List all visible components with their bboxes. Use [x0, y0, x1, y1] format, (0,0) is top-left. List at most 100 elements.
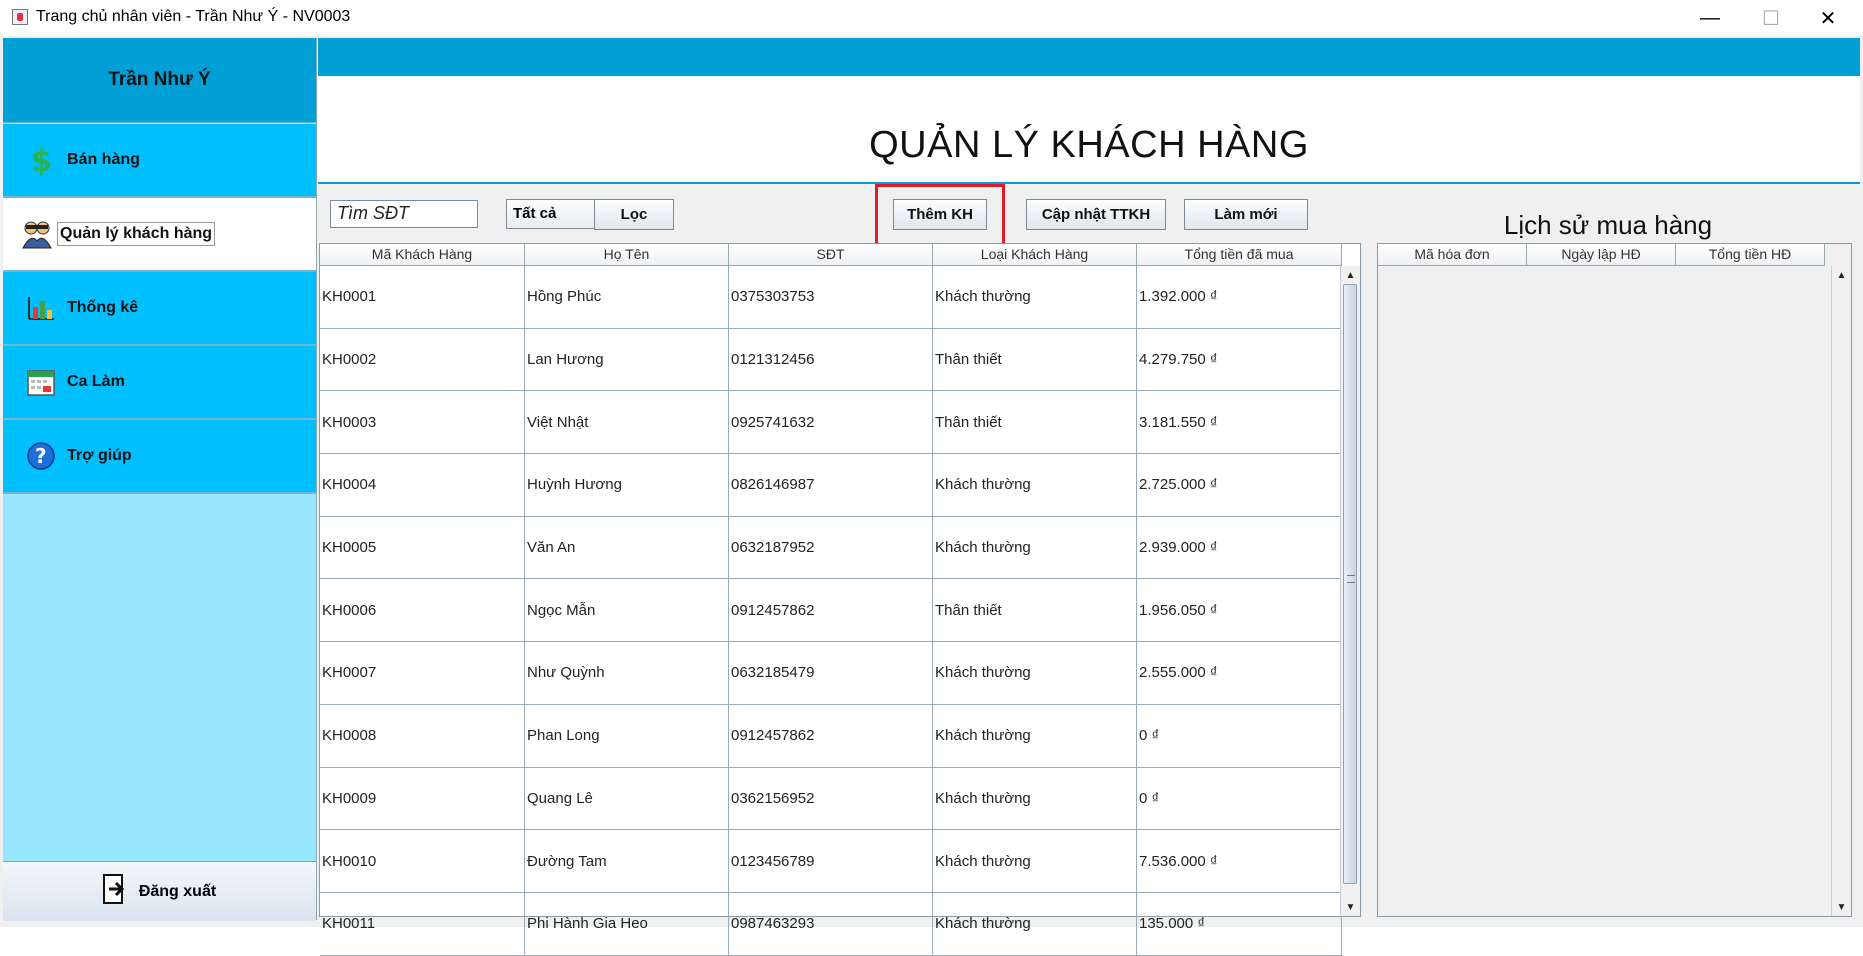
table-cell[interactable]: KH0006 [320, 579, 525, 643]
sidebar-item-ca-lam[interactable]: Ca Làm [3, 346, 316, 420]
table-cell[interactable]: 1.956.050 ₫ [1137, 579, 1342, 643]
close-button[interactable]: ✕ [1800, 0, 1856, 36]
table-cell[interactable]: KH0004 [320, 454, 525, 517]
table-cell[interactable]: 2.939.000 ₫ [1137, 516, 1342, 580]
table-cell[interactable]: Khách thường [933, 704, 1137, 768]
table-cell[interactable]: KH0011 [320, 892, 525, 956]
table-cell[interactable]: Thân thiết [933, 328, 1137, 392]
table-cell[interactable]: Khách thường [933, 642, 1137, 705]
table-cell[interactable]: Phi Hành Gia Heo [525, 892, 729, 956]
scroll-up-icon[interactable]: ▲ [1341, 266, 1360, 284]
table-row[interactable]: KH0010 Đường Tam 0123456789 Khách thường 7.5… [320, 830, 1342, 893]
table-cell[interactable]: Văn An [525, 516, 729, 580]
table-cell[interactable]: KH0009 [320, 767, 525, 831]
table-cell[interactable]: Thân thiết [933, 579, 1137, 643]
table-cell[interactable]: Khách thường [933, 767, 1137, 831]
table-row[interactable]: KH0011 Phi Hành Gia Heo 0987463293 Khách th… [320, 892, 1342, 956]
maximize-button[interactable]: ☐ [1743, 0, 1799, 36]
table-cell[interactable]: 0 ₫ [1137, 767, 1342, 831]
column-header[interactable]: Họ Tên [525, 244, 729, 266]
calendar-icon [25, 366, 57, 398]
table-cell[interactable]: KH0010 [320, 830, 525, 893]
table-cell[interactable]: Khách thường [933, 454, 1137, 517]
scroll-down-icon[interactable]: ▼ [1341, 898, 1360, 916]
scroll-thumb[interactable] [1343, 284, 1357, 884]
minimize-button[interactable]: — [1682, 0, 1738, 36]
table-row[interactable]: KH0007 Như Quỳnh 0632185479 Khách thường 2.5… [320, 642, 1342, 705]
table-cell[interactable]: Thân thiết [933, 391, 1137, 455]
table-cell[interactable]: 0632185479 [729, 642, 933, 705]
customers-icon [21, 218, 53, 250]
update-customer-button[interactable]: Cập nhật TTKH [1026, 199, 1166, 230]
column-header[interactable]: Mã Khách Hàng [320, 244, 525, 266]
table-row[interactable]: KH0008 Phan Long 0912457862 Khách thường 0 ₫ [320, 704, 1342, 768]
scroll-up-icon[interactable]: ▲ [1832, 266, 1851, 284]
table-cell[interactable]: KH0001 [320, 266, 525, 329]
table-cell[interactable]: Khách thường [933, 516, 1137, 580]
table-cell[interactable]: KH0007 [320, 642, 525, 705]
sidebar-item-tro-giup[interactable]: ? Trợ giúp [3, 420, 316, 494]
table-cell[interactable]: 0362156952 [729, 767, 933, 831]
refresh-button[interactable]: Làm mới [1184, 199, 1308, 230]
table-cell[interactable]: Hồng Phúc [525, 266, 729, 329]
table-cell[interactable]: 7.536.000 ₫ [1137, 830, 1342, 893]
logout-label: Đăng xuất [138, 882, 217, 900]
table-cell[interactable]: Đường Tam [525, 830, 729, 893]
table-row[interactable]: KH0005 Văn An 0632187952 Khách thường 2.939.… [320, 516, 1342, 580]
table-cell[interactable]: KH0008 [320, 704, 525, 768]
table-row[interactable]: KH0004 Huỳnh Hương 0826146987 Khách thường 2… [320, 454, 1342, 517]
table-row[interactable]: KH0002 Lan Hương 0121312456 Thân thiết 4.279… [320, 328, 1342, 392]
table-cell[interactable]: Phan Long [525, 704, 729, 768]
sidebar-item-thong-ke[interactable]: Thống kê [3, 272, 316, 346]
table-cell[interactable]: Việt Nhật [525, 391, 729, 455]
table-row[interactable]: KH0006 Ngọc Mẫn 0912457862 Thân thiết 1.956.… [320, 579, 1342, 643]
sidebar-item-quan-ly-khach-hang[interactable]: Quản lý khách hàng [3, 198, 316, 272]
table-row[interactable]: KH0003 Việt Nhật 0925741632 Thân thiết 3.181… [320, 391, 1342, 455]
table-cell[interactable]: 0121312456 [729, 328, 933, 392]
table-cell[interactable]: 2.725.000 ₫ [1137, 454, 1342, 517]
table-cell[interactable]: 3.181.550 ₫ [1137, 391, 1342, 455]
column-header[interactable]: Ngày lập HĐ [1527, 244, 1676, 266]
column-header[interactable]: Tổng tiền HĐ [1676, 244, 1825, 266]
select-value: Tất cả [513, 205, 557, 222]
filter-button[interactable]: Lọc [594, 199, 674, 230]
history-scrollbar[interactable]: ▲ ▼ [1831, 266, 1851, 916]
table-cell[interactable]: KH0002 [320, 328, 525, 392]
logout-button[interactable]: Đăng xuất [3, 861, 316, 921]
table-scrollbar[interactable]: ▲ ▼ [1340, 266, 1360, 916]
table-cell[interactable]: KH0003 [320, 391, 525, 455]
scroll-down-icon[interactable]: ▼ [1832, 898, 1851, 916]
table-body: KH0001 Hồng Phúc 0375303753 Khách thường 1.3… [320, 266, 1342, 956]
table-cell[interactable]: KH0005 [320, 516, 525, 580]
logout-icon [102, 874, 129, 909]
table-cell[interactable]: Như Quỳnh [525, 642, 729, 705]
table-cell[interactable]: Khách thường [933, 266, 1137, 329]
table-cell[interactable]: 2.555.000 ₫ [1137, 642, 1342, 705]
column-header[interactable]: SĐT [729, 244, 933, 266]
table-cell[interactable]: 0375303753 [729, 266, 933, 329]
table-cell[interactable]: 0123456789 [729, 830, 933, 893]
table-cell[interactable]: Ngọc Mẫn [525, 579, 729, 643]
table-cell[interactable]: Lan Hương [525, 328, 729, 392]
table-cell[interactable]: Huỳnh Hương [525, 454, 729, 517]
table-cell[interactable]: 0826146987 [729, 454, 933, 517]
table-row[interactable]: KH0001 Hồng Phúc 0375303753 Khách thường 1.3… [320, 266, 1342, 329]
table-cell[interactable]: 0 ₫ [1137, 704, 1342, 768]
column-header[interactable]: Mã hóa đơn [1378, 244, 1527, 266]
table-cell[interactable]: 135.000 ₫ [1137, 892, 1342, 956]
table-cell[interactable]: 4.279.750 ₫ [1137, 328, 1342, 392]
table-cell[interactable]: Quang Lê [525, 767, 729, 831]
sidebar-item-ban-hang[interactable]: $ Bán hàng [3, 124, 316, 198]
column-header[interactable]: Loại Khách Hàng [933, 244, 1137, 266]
table-cell[interactable]: 0912457862 [729, 704, 933, 768]
search-phone-input[interactable]: Tìm SĐT [330, 200, 478, 228]
table-cell[interactable]: Khách thường [933, 830, 1137, 893]
table-cell[interactable]: 0987463293 [729, 892, 933, 956]
table-row[interactable]: KH0009 Quang Lê 0362156952 Khách thường 0 ₫ [320, 767, 1342, 831]
table-cell[interactable]: 0912457862 [729, 579, 933, 643]
table-cell[interactable]: 0632187952 [729, 516, 933, 580]
table-cell[interactable]: Khách thường [933, 892, 1137, 956]
table-cell[interactable]: 0925741632 [729, 391, 933, 455]
column-header[interactable]: Tổng tiền đã mua [1137, 244, 1342, 266]
table-cell[interactable]: 1.392.000 ₫ [1137, 266, 1342, 329]
